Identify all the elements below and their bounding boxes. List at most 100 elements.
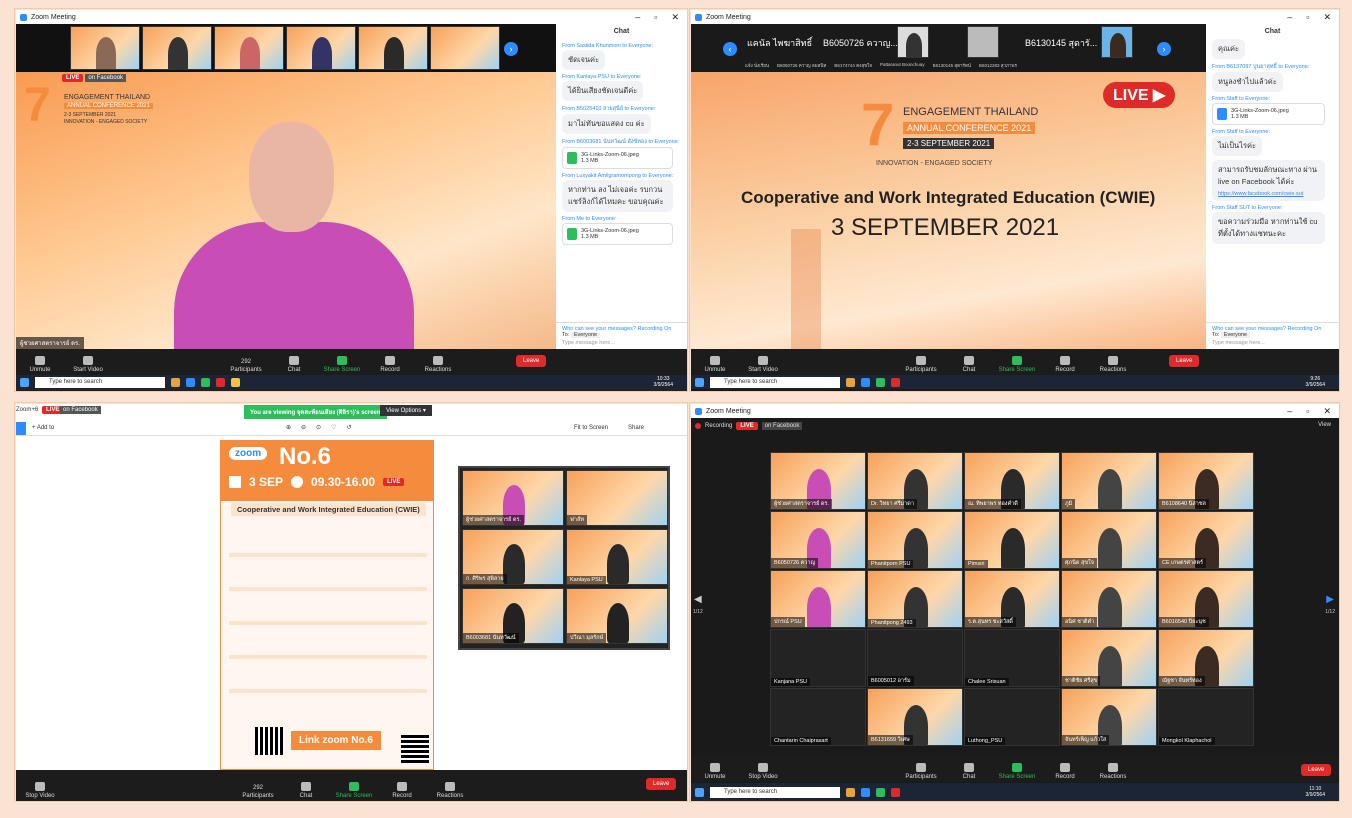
taskbar-search[interactable]: Type here to search [710, 786, 840, 798]
chat-button[interactable]: Chat [282, 782, 330, 799]
taskbar-app-icon[interactable] [231, 377, 240, 387]
gallery-tile[interactable]: Kanjana PSU [770, 629, 866, 687]
close-button[interactable]: ✕ [1323, 12, 1331, 23]
thumb-video[interactable] [1101, 26, 1133, 58]
taskbar-app-icon[interactable] [861, 787, 870, 797]
view-button[interactable]: View [1318, 422, 1331, 428]
minimize-button[interactable]: – [635, 12, 640, 23]
taskbar-app-icon[interactable] [846, 787, 855, 797]
minimize-button[interactable]: – [1287, 12, 1292, 23]
next-page-icon[interactable]: › [504, 42, 518, 56]
participants-button[interactable]: Participants [897, 356, 945, 373]
add-to-button[interactable]: + Add to [32, 425, 54, 431]
maximize-button[interactable]: ▫ [1306, 12, 1309, 23]
minimize-button[interactable]: – [1287, 406, 1292, 417]
zoom-tools[interactable]: ⊕⊖⊙♡↺ [286, 424, 362, 431]
start-video-button[interactable]: Start Video [739, 356, 787, 373]
taskbar-app-icon[interactable] [216, 377, 225, 387]
windows-start-icon[interactable] [695, 787, 704, 797]
share-button[interactable]: Share [628, 425, 644, 431]
reactions-button[interactable]: Reactions [1089, 763, 1137, 780]
gallery-tile[interactable]: ปวีณา มุลรักษ์ [566, 588, 668, 644]
gallery-tile[interactable]: Dr. วิทยา ศรีมาดา [867, 452, 963, 510]
gallery-tile[interactable]: ศุภนิด สุขใจ [1061, 511, 1157, 569]
chat-recipient[interactable]: To: Everyone [1212, 332, 1333, 338]
gallery-tile[interactable]: CE เกษตรศาสตร์ [1158, 511, 1254, 569]
gallery-tile[interactable]: ณัฐชา จันทร์ทอง [1158, 629, 1254, 687]
reactions-button[interactable]: Reactions [414, 356, 462, 373]
record-button[interactable]: Record [366, 356, 414, 373]
gallery-tile[interactable]: ร.ต.สุนทร ชะสวัสดิ์ [964, 570, 1060, 628]
share-screen-button[interactable]: Share Screen [318, 356, 366, 373]
prev-page-button[interactable]: ◀ 1/12 [693, 594, 703, 616]
start-video-button[interactable]: Start Video [64, 356, 112, 373]
chat-button[interactable]: Chat [270, 356, 318, 373]
chat-input[interactable]: Type message here... [562, 340, 681, 346]
view-options-button[interactable]: View Options ▾ [380, 405, 432, 416]
gallery-tile[interactable]: ภูมิ [1061, 452, 1157, 510]
gallery-tile[interactable]: B6016540 ปิยะนุช [1158, 570, 1254, 628]
taskbar-app-icon[interactable] [876, 787, 885, 797]
participants-button[interactable]: Participants [897, 763, 945, 780]
chat-file[interactable]: 3G-Links-Zoom-06.jpeg 1.3 MB [1212, 103, 1326, 125]
gallery-tile[interactable]: B6108640 นิสาชล [1158, 452, 1254, 510]
record-button[interactable]: Record [1041, 356, 1089, 373]
unmute-button[interactable]: Unmute [691, 356, 739, 373]
floating-gallery[interactable]: ผู้ช่วยศาสตราจารย์ ดร. ฟาส์ท ก. ศิริพร ส… [458, 466, 670, 650]
gallery-tile[interactable]: ชาติชัย ศรีสุข [1061, 629, 1157, 687]
taskbar-app-icon[interactable] [876, 377, 885, 387]
recipient-select[interactable]: Everyone [1220, 332, 1251, 338]
gallery-tile[interactable]: ฟาส์ท [566, 470, 668, 526]
taskbar-app-icon[interactable] [171, 377, 180, 387]
taskbar-search[interactable]: Type here to search [35, 376, 165, 388]
sidebar-toggle-icon[interactable] [16, 422, 26, 435]
gallery-tile[interactable]: B6131659 วิเศษ [867, 688, 963, 746]
browser-tab[interactable]: Zoom+6 [16, 407, 38, 413]
gallery-tile[interactable]: Luthong_PSU [964, 688, 1060, 746]
thumb-1[interactable] [70, 26, 140, 70]
live-badge[interactable]: LIVE on Facebook [62, 74, 127, 82]
windows-start-icon[interactable] [695, 377, 704, 387]
thumb-video[interactable] [967, 26, 999, 58]
chat-input[interactable]: Type message here... [1212, 340, 1333, 346]
gallery-tile[interactable]: ก. ศิริพร สุพิลาย [462, 529, 564, 585]
close-button[interactable]: ✕ [671, 12, 679, 23]
fit-screen-button[interactable]: Fit to Screen [574, 425, 608, 431]
record-button[interactable]: Record [378, 782, 426, 799]
reactions-button[interactable]: Reactions [426, 782, 474, 799]
close-button[interactable]: ✕ [1323, 406, 1331, 417]
taskbar-app-icon[interactable] [891, 377, 900, 387]
taskbar-app-icon[interactable] [891, 787, 900, 797]
gallery-tile[interactable]: อนิศ ชาติคำ [1061, 570, 1157, 628]
thumb-2[interactable] [142, 26, 212, 70]
gallery-tile[interactable]: Chalee Srisuan [964, 629, 1060, 687]
reactions-button[interactable]: Reactions [1089, 356, 1137, 373]
leave-button[interactable]: Leave [646, 778, 677, 790]
taskbar-search[interactable]: Type here to search [710, 376, 840, 388]
unmute-button[interactable]: Unmute [16, 356, 64, 373]
live-on-label[interactable]: on Facebook [60, 406, 101, 414]
leave-button[interactable]: Leave [516, 355, 547, 367]
live-label[interactable]: LIVE [736, 422, 758, 430]
chat-button[interactable]: Chat [945, 356, 993, 373]
live-on-label[interactable]: on Facebook [761, 422, 803, 430]
maximize-button[interactable]: ▫ [1306, 406, 1309, 417]
maximize-button[interactable]: ▫ [654, 12, 657, 23]
recipient-select[interactable]: Everyone [570, 332, 601, 338]
chat-link[interactable]: https://www.facebook.com/cwie.sut [1218, 191, 1303, 197]
gallery-tile[interactable]: B6003681 นันทวัฒน์ [462, 588, 564, 644]
windows-start-icon[interactable] [20, 377, 29, 387]
participants-button[interactable]: 292 Participants [222, 359, 270, 373]
gallery-tile[interactable]: Phanitpong 2493 [867, 570, 963, 628]
next-page-button[interactable]: ▶ 1/12 [1325, 594, 1335, 616]
gallery-tile[interactable]: Chantarin Chaiprasart [770, 688, 866, 746]
stop-video-button[interactable]: Stop Video [739, 763, 787, 780]
taskbar-app-icon[interactable] [186, 377, 195, 387]
gallery-tile[interactable]: Phanitporn PSU [867, 511, 963, 569]
chat-file[interactable]: 3G-Links-Zoom-06.jpeg 1.3 MB [562, 147, 674, 169]
gallery-tile[interactable]: ผู้ช่วยศาสตราจารย์ ดร. [770, 452, 866, 510]
share-screen-button[interactable]: Share Screen [330, 782, 378, 799]
gallery-tile[interactable]: จันทร์เพ็ญ แก้วใส [1061, 688, 1157, 746]
gallery-tile[interactable]: Kanlaya PSU [566, 529, 668, 585]
chat-button[interactable]: Chat [945, 763, 993, 780]
